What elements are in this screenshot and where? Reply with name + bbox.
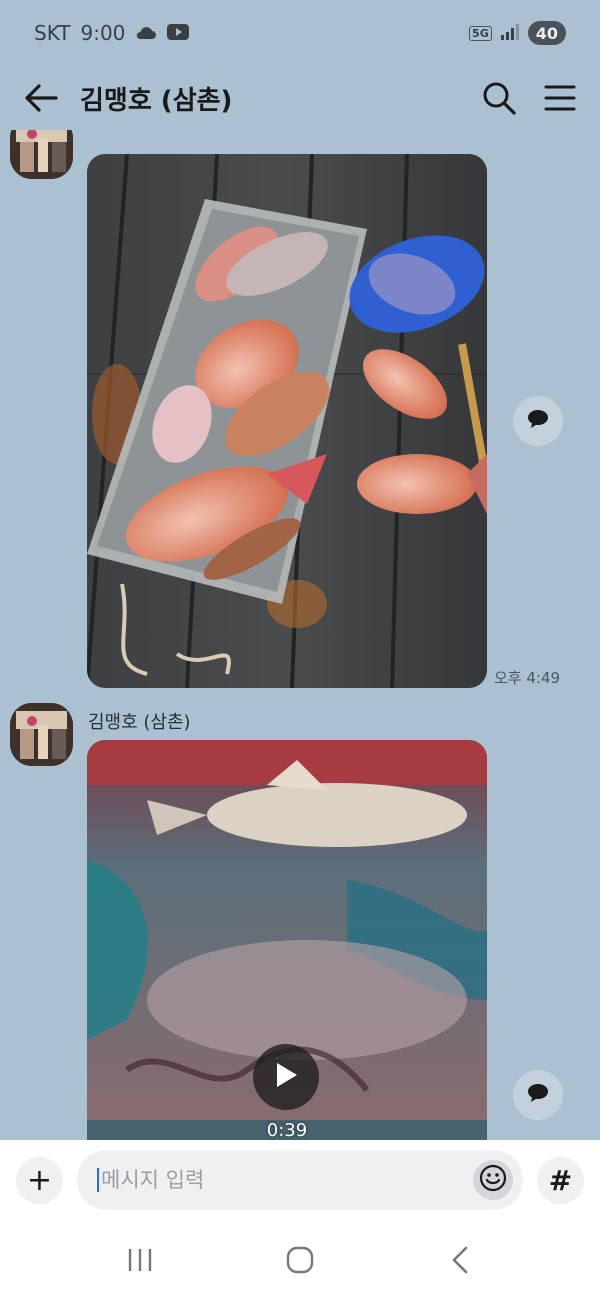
play-icon [273, 1061, 299, 1093]
back-arrow-icon[interactable] [24, 83, 58, 113]
system-nav-bar [0, 1220, 600, 1300]
message-field[interactable] [77, 1150, 523, 1210]
search-icon[interactable] [482, 81, 516, 115]
status-bar: SKT 9:00 5G 40 [0, 0, 600, 66]
share-button[interactable] [513, 396, 563, 446]
status-left: SKT 9:00 [34, 21, 190, 45]
chat-title: 김맹호 (삼촌) [80, 85, 233, 116]
add-attachment-button[interactable]: + [16, 1156, 63, 1204]
cloud-icon [135, 21, 157, 45]
emoji-button[interactable] [473, 1160, 513, 1200]
recent-apps-button[interactable] [110, 1235, 170, 1285]
share-button[interactable] [513, 1070, 563, 1120]
youtube-icon [167, 21, 190, 45]
message-input[interactable] [101, 1168, 473, 1192]
status-right: 5G 40 [469, 21, 566, 45]
chat-header: 김맹호 (삼촌) [0, 66, 600, 130]
network-type: 5G [469, 25, 492, 41]
smiley-icon [479, 1164, 507, 1196]
video-duration: 0:39 [266, 1120, 308, 1140]
play-button[interactable] [253, 1044, 319, 1110]
fish-catch-photo[interactable] [87, 154, 487, 688]
sender-name: 김맹호 (삼촌) [88, 712, 191, 733]
message-input-bar: + # [0, 1140, 600, 1220]
carrier-label: SKT [34, 21, 71, 45]
hashtag-button[interactable]: # [537, 1156, 584, 1204]
avatar[interactable] [10, 703, 73, 766]
chat-area[interactable]: 오후 4:49 김맹호 (삼촌) 0:39 [0, 130, 600, 1140]
speech-bubble-icon [526, 1082, 550, 1108]
signal-icon [500, 21, 520, 45]
header-actions [482, 81, 576, 115]
menu-icon[interactable] [544, 84, 576, 112]
avatar[interactable] [10, 130, 73, 179]
home-button[interactable] [270, 1235, 330, 1285]
message-timestamp: 오후 4:49 [494, 669, 561, 687]
speech-bubble-icon [526, 408, 550, 434]
battery-indicator: 40 [527, 21, 566, 45]
text-caret [97, 1168, 99, 1192]
back-button[interactable] [430, 1235, 490, 1285]
clock: 9:00 [80, 21, 126, 45]
